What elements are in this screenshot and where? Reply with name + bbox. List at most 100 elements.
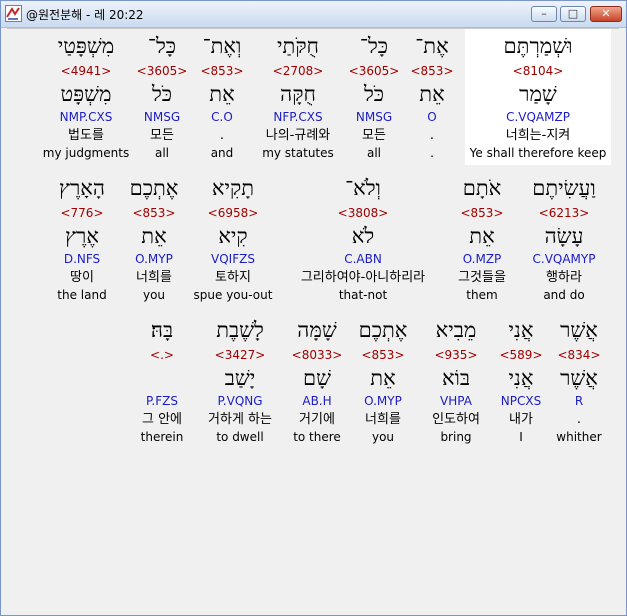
- korean-gloss: 토하지: [215, 270, 251, 285]
- strong-number[interactable]: <6958>: [189, 205, 277, 221]
- morphology: VHPA: [440, 394, 472, 408]
- english-gloss: to there: [293, 430, 341, 444]
- word-block[interactable]: הָאָרֶץ <776> אֶרֶץ D.NFS 땅이 the land: [45, 171, 119, 307]
- morphology: O.MZP: [462, 252, 502, 266]
- word-block[interactable]: מֵבִיא <935> בּוֹא VHPA 인도하여 bring: [423, 313, 489, 449]
- hebrew-word: וְלֹא־: [345, 176, 381, 200]
- english-gloss: you: [142, 288, 166, 302]
- strong-number[interactable]: <2708>: [253, 63, 343, 79]
- korean-gloss: 너희를: [136, 270, 172, 285]
- english-gloss: all: [154, 146, 170, 160]
- word-block[interactable]: שָׁמָּה <8033> שָׁם AB.H 거기에 to there: [287, 313, 347, 449]
- korean-gloss: .: [576, 412, 582, 427]
- strong-number[interactable]: <935>: [423, 347, 489, 363]
- word-block[interactable]: לָשֶׁבֶת <3427> יָשַׁב P.VQNG 거하게 하는 to …: [199, 313, 281, 449]
- morphology: O.MYP: [364, 394, 402, 408]
- strong-number[interactable]: <776>: [45, 205, 119, 221]
- strong-number[interactable]: <8033>: [287, 347, 347, 363]
- korean-gloss: 너희를: [365, 412, 401, 427]
- morphology: P.FZS: [146, 394, 178, 408]
- strong-number[interactable]: <834>: [551, 347, 607, 363]
- lemma: אֵת: [141, 224, 167, 248]
- maximize-icon: □: [567, 7, 579, 20]
- korean-gloss: 내가: [509, 412, 533, 427]
- hebrew-word: אֹתָם: [462, 176, 502, 200]
- morphology: C.ABN: [344, 252, 382, 266]
- minimize-button[interactable]: –: [531, 6, 557, 22]
- word-block[interactable]: כָּל־ <3605> כֹּל NMSG 모든 all: [347, 29, 401, 165]
- hebrew-word: מִשְׁפָּטַי: [57, 34, 115, 58]
- word-block[interactable]: חֻקֹּתַי <2708> חֻקָּה NFP.CXS 나의-규례와 my…: [253, 29, 343, 165]
- word-block[interactable]: וַעֲשִׂיתֶם <6213> עָשָׂה C.VQAMYP 행하라 a…: [521, 171, 607, 307]
- word-block[interactable]: וְלֹא־ <3808> לֹא C.ABN 그리하여야-아니하리라 that…: [283, 171, 443, 307]
- word-block[interactable]: אֶתְכֶם <853> אֵת O.MYP 너희를 you: [119, 171, 189, 307]
- word-block[interactable]: אֲנִי <589> אֲנִי NPCXS 내가 I: [495, 313, 547, 449]
- word-block[interactable]: כָּל־ <3605> כֹּל NMSG 모든 all: [135, 29, 189, 165]
- morphology: C.VQAMZP: [506, 110, 570, 124]
- app-window: @원전분해 - 레 20:22 – □ ✕ וּשְׁמַרְתֶּם <810…: [0, 0, 627, 616]
- lemma: בּוֹא: [441, 366, 471, 390]
- korean-gloss: 땅이: [70, 270, 94, 285]
- word-block[interactable]: בָּהּ׃ <.> P.FZS 그 안에 therein: [133, 313, 191, 449]
- korean-gloss: 거하게 하는: [208, 412, 272, 427]
- korean-gloss: 모든: [362, 128, 386, 143]
- korean-gloss: 행하라: [546, 270, 582, 285]
- strong-number[interactable]: <3605>: [135, 63, 189, 79]
- strong-number[interactable]: <853>: [447, 205, 517, 221]
- strong-number[interactable]: <6213>: [521, 205, 607, 221]
- title-bar[interactable]: @원전분해 - 레 20:22 – □ ✕: [1, 1, 626, 28]
- strong-number[interactable]: <853>: [407, 63, 457, 79]
- word-block[interactable]: תָקִיא <6958> קִיא VQIFZS 토하지 spue you-o…: [189, 171, 277, 307]
- korean-gloss: 거기에: [299, 412, 335, 427]
- hebrew-word: תָקִיא: [211, 176, 255, 200]
- hebrew-word: וּשְׁמַרְתֶּם: [503, 34, 573, 58]
- lemma: כֹּל: [151, 82, 173, 106]
- morphology: NPCXS: [500, 394, 542, 408]
- korean-gloss: 너희는-지켜: [505, 128, 571, 143]
- lemma: אֲנִי: [508, 366, 534, 390]
- lemma: אֵת: [209, 82, 235, 106]
- strong-number[interactable]: <8104>: [465, 63, 611, 79]
- english-gloss: my statutes: [262, 146, 334, 160]
- morphology: C.VQAMYP: [532, 252, 596, 266]
- strong-number[interactable]: <4941>: [41, 63, 131, 79]
- strong-number[interactable]: <589>: [495, 347, 547, 363]
- korean-gloss: .: [429, 128, 435, 143]
- strong-number[interactable]: <3808>: [283, 205, 443, 221]
- hebrew-word: אֶת־: [415, 34, 449, 58]
- lemma: חֻקָּה: [280, 82, 316, 106]
- word-block[interactable]: מִשְׁפָּטַי <4941> מִשְׁפָּט NMP.CXS 법도를…: [41, 29, 131, 165]
- strong-number[interactable]: <853>: [197, 63, 247, 79]
- window-title: @원전분해 - 레 20:22: [26, 8, 144, 22]
- lemma: אֵת: [370, 366, 396, 390]
- close-button[interactable]: ✕: [590, 6, 622, 22]
- word-block[interactable]: אֹתָם <853> אֵת O.MZP 그것들을 them: [447, 171, 517, 307]
- hebrew-word: אֶתְכֶם: [358, 318, 408, 342]
- strong-number[interactable]: <853>: [351, 347, 415, 363]
- lemma: מִשְׁפָּט: [60, 82, 112, 106]
- maximize-button[interactable]: □: [560, 6, 586, 22]
- hebrew-word: שָׁמָּה: [297, 318, 337, 342]
- strong-number[interactable]: <.>: [133, 347, 191, 363]
- hebrew-word: וַעֲשִׂיתֶם: [532, 176, 596, 200]
- lemma: אֵת: [469, 224, 495, 248]
- english-gloss: the land: [57, 288, 107, 302]
- lemma: [133, 365, 191, 391]
- word-block[interactable]: וְאֶת־ <853> אֵת C.O . and: [197, 29, 247, 165]
- english-gloss: Ye shall therefore keep: [469, 146, 607, 160]
- strong-number[interactable]: <853>: [119, 205, 189, 221]
- morphology: AB.H: [302, 394, 332, 408]
- word-block[interactable]: אֶתְכֶם <853> אֵת O.MYP 너희를 you: [351, 313, 415, 449]
- strong-number[interactable]: <3427>: [199, 347, 281, 363]
- lemma: לֹא: [351, 224, 375, 248]
- morphology: NMP.CXS: [59, 110, 113, 124]
- strong-number[interactable]: <3605>: [347, 63, 401, 79]
- lemma: יָשַׁב: [224, 366, 256, 390]
- word-block-selected[interactable]: וּשְׁמַרְתֶּם <8104> שָׁמַר C.VQAMZP 너희는…: [465, 29, 611, 165]
- lemma: אֶרֶץ: [65, 224, 99, 248]
- hebrew-word: לָשֶׁבֶת: [216, 318, 264, 342]
- word-block[interactable]: אֶת־ <853> אֵת O . .: [407, 29, 457, 165]
- morphology: C.O: [211, 110, 233, 124]
- english-gloss: my judgments: [42, 146, 130, 160]
- word-block[interactable]: אֲשֶׁר <834> אֲשֶׁר R . whither: [551, 313, 607, 449]
